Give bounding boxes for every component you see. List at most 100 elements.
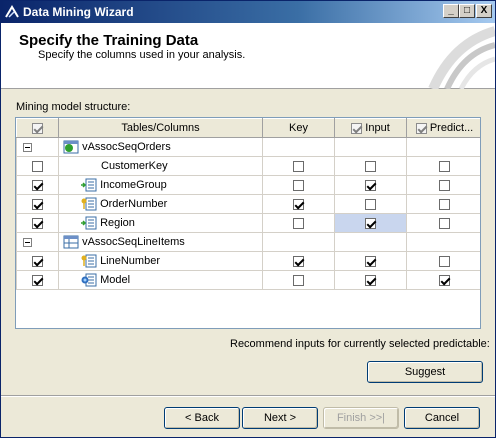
wizard-app-icon	[5, 5, 19, 18]
predict-checkbox[interactable]	[439, 179, 450, 191]
predict-cell[interactable]	[406, 194, 480, 214]
expander-cell[interactable]	[16, 137, 59, 157]
page-title: Specify the Training Data	[19, 32, 199, 49]
include-checkbox[interactable]	[32, 274, 43, 286]
key-column-icon	[81, 197, 97, 211]
table-row: Region	[16, 213, 480, 233]
data-mining-wizard-window: Data Mining Wizard _ □ X Specify the Tra…	[0, 0, 496, 438]
include-cell[interactable]	[16, 175, 59, 195]
key-checkbox[interactable]	[293, 255, 304, 267]
include-checkbox[interactable]	[32, 198, 43, 210]
minimize-button[interactable]: _	[443, 4, 459, 18]
collapse-icon[interactable]	[23, 142, 32, 152]
input-cell-selected[interactable]	[334, 213, 407, 233]
key-cell[interactable]	[262, 270, 335, 290]
key-cell	[262, 137, 335, 157]
input-header-checkbox[interactable]	[351, 122, 363, 134]
include-cell[interactable]	[16, 156, 59, 176]
column-icon	[81, 216, 97, 230]
predict-header[interactable]: Predict...	[406, 118, 480, 138]
predict-checkbox[interactable]	[439, 274, 450, 286]
finish-button[interactable]: Finish >>|	[323, 407, 399, 429]
table-row: Model	[16, 270, 480, 290]
column-name-cell[interactable]: OrderNumber	[58, 194, 263, 214]
input-cell[interactable]	[334, 270, 407, 290]
input-checkbox[interactable]	[365, 198, 376, 210]
table-row: vAssocSeqOrders	[16, 137, 480, 157]
key-checkbox[interactable]	[293, 160, 304, 172]
column-icon	[81, 178, 97, 192]
column-name-cell[interactable]: Model	[58, 270, 263, 290]
key-checkbox[interactable]	[293, 274, 304, 286]
column-name-cell[interactable]: Region	[58, 213, 263, 233]
close-button[interactable]: X	[476, 4, 492, 18]
mining-structure-grid: Tables/Columns Key Input Predict... vAss…	[15, 117, 481, 329]
column-name-cell[interactable]: CustomerKey	[58, 156, 263, 176]
predict-cell[interactable]	[406, 213, 480, 233]
tables-columns-header[interactable]: Tables/Columns	[58, 118, 263, 138]
back-button[interactable]: < Back	[164, 407, 240, 429]
key-cell[interactable]	[262, 213, 335, 233]
column-name-cell[interactable]: LineNumber	[58, 251, 263, 271]
expander-cell[interactable]	[16, 232, 59, 252]
table-name-cell[interactable]: vAssocSeqLineItems	[58, 232, 263, 252]
predict-cell[interactable]	[406, 251, 480, 271]
include-checkbox[interactable]	[32, 255, 43, 267]
predict-cell[interactable]	[406, 175, 480, 195]
column-name-label: CustomerKey	[101, 160, 168, 172]
input-checkbox[interactable]	[365, 274, 376, 286]
input-cell[interactable]	[334, 251, 407, 271]
maximize-button[interactable]: □	[459, 4, 475, 18]
next-button[interactable]: Next >	[242, 407, 318, 429]
table-name-label: vAssocSeqOrders	[82, 140, 171, 153]
include-cell[interactable]	[16, 270, 59, 290]
predict-cell	[406, 137, 480, 157]
include-checkbox[interactable]	[32, 179, 43, 191]
include-checkbox[interactable]	[32, 160, 43, 172]
input-header[interactable]: Input	[334, 118, 407, 138]
key-checkbox[interactable]	[293, 198, 304, 210]
nested-table-icon	[63, 235, 79, 249]
title-bar[interactable]: Data Mining Wizard _ □ X	[1, 1, 495, 23]
wizard-swoosh-graphic	[428, 26, 495, 89]
key-checkbox[interactable]	[293, 217, 304, 229]
predict-checkbox[interactable]	[439, 255, 450, 267]
predict-header-checkbox[interactable]	[415, 122, 427, 134]
input-checkbox[interactable]	[365, 179, 376, 191]
column-name-cell[interactable]: IncomeGroup	[58, 175, 263, 195]
key-cell[interactable]	[262, 156, 335, 176]
key-header[interactable]: Key	[262, 118, 335, 138]
table-name-label: vAssocSeqLineItems	[82, 235, 185, 248]
input-cell	[334, 137, 407, 157]
key-cell[interactable]	[262, 175, 335, 195]
key-cell[interactable]	[262, 194, 335, 214]
include-cell[interactable]	[16, 194, 59, 214]
include-cell[interactable]	[16, 251, 59, 271]
table-name-cell[interactable]: vAssocSeqOrders	[58, 137, 263, 157]
input-cell[interactable]	[334, 194, 407, 214]
input-checkbox[interactable]	[365, 255, 376, 267]
predict-cell[interactable]	[406, 156, 480, 176]
cancel-button[interactable]: Cancel	[404, 407, 480, 429]
include-cell[interactable]	[16, 213, 59, 233]
suggest-button[interactable]: Suggest	[367, 361, 483, 383]
input-cell[interactable]	[334, 175, 407, 195]
predict-checkbox[interactable]	[439, 160, 450, 172]
column-name-label: LineNumber	[100, 254, 160, 267]
column-name-label: Region	[100, 216, 135, 229]
table-icon	[63, 140, 79, 154]
column-name-label: Model	[100, 273, 131, 286]
include-checkbox[interactable]	[32, 217, 43, 229]
predict-cell[interactable]	[406, 270, 480, 290]
collapse-icon[interactable]	[23, 237, 32, 247]
key-cell[interactable]	[262, 251, 335, 271]
column-name-label: OrderNumber	[100, 197, 168, 210]
select-all-checkbox[interactable]	[32, 122, 43, 134]
select-all-header[interactable]	[16, 118, 59, 138]
input-checkbox[interactable]	[365, 217, 376, 229]
predict-checkbox[interactable]	[439, 217, 450, 229]
input-checkbox[interactable]	[365, 160, 376, 172]
predict-checkbox[interactable]	[439, 198, 450, 210]
key-checkbox[interactable]	[293, 179, 304, 191]
input-cell[interactable]	[334, 156, 407, 176]
